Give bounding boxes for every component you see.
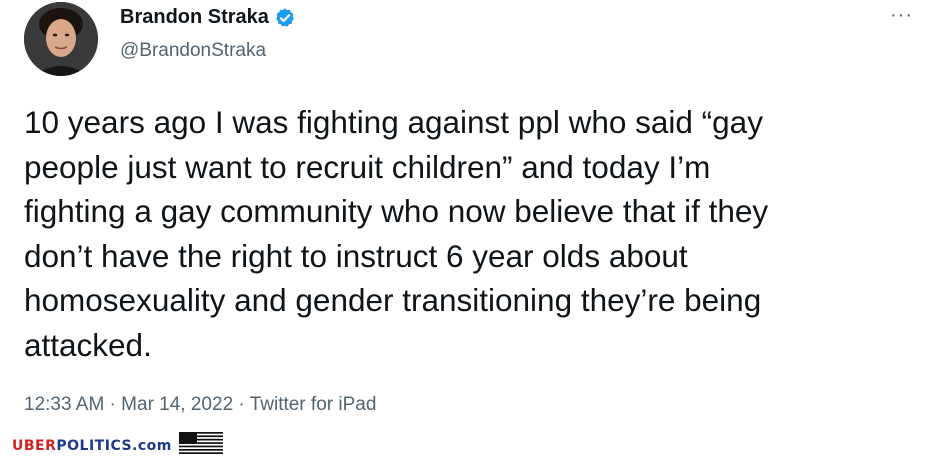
author-handle[interactable]: @BrandonStraka: [120, 40, 266, 62]
meta-separator: ·: [104, 394, 122, 415]
author-display-name[interactable]: Brandon Straka: [120, 6, 269, 29]
watermark-part-uber: UBER: [12, 437, 57, 454]
tweet-text-line: 10 years ago I was fighting against ppl …: [24, 104, 763, 140]
watermark-text: UBERPOLITICS.com: [12, 438, 172, 454]
tweet-text-line: fighting a gay community who now believe…: [24, 193, 769, 229]
tweet-time[interactable]: 12:33 AM: [24, 394, 104, 415]
watermark: UBERPOLITICS.com: [12, 432, 223, 459]
tweet-text: 10 years ago I was fighting against ppl …: [24, 100, 914, 367]
tweet-text-line: homosexuality and gender transitioning t…: [24, 282, 762, 318]
us-flag-icon: [178, 432, 223, 459]
avatar[interactable]: [24, 2, 98, 76]
tweet-date[interactable]: Mar 14, 2022: [121, 394, 233, 415]
tweet-card: Brandon Straka @BrandonStraka ··· 10 yea…: [0, 0, 940, 430]
meta-separator: ·: [233, 394, 250, 415]
verified-badge-icon: [274, 7, 296, 29]
tweet-source[interactable]: Twitter for iPad: [250, 394, 377, 415]
tweet-text-line: don’t have the right to instruct 6 year …: [24, 237, 688, 274]
tweet-metadata: 12:33 AM · Mar 14, 2022 · Twitter for iP…: [24, 394, 376, 416]
watermark-part-politics: POLITICS.com: [56, 437, 172, 454]
profile-photo: [24, 2, 98, 76]
more-options-icon[interactable]: ···: [890, 4, 913, 27]
author-name-row: Brandon Straka: [120, 6, 296, 29]
tweet-text-line: people just want to recruit children” an…: [24, 148, 711, 185]
tweet-text-line: attacked.: [24, 326, 152, 363]
